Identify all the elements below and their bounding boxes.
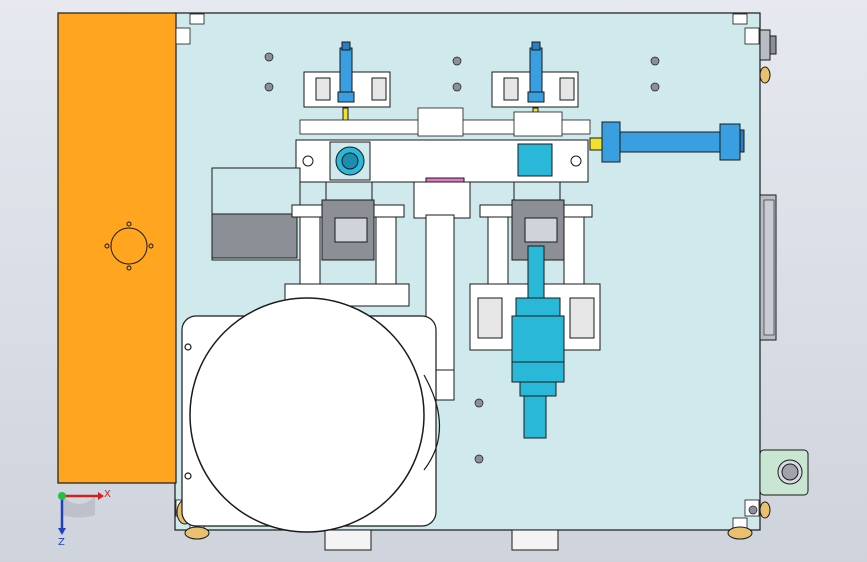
- rotary-table[interactable]: [181, 297, 440, 533]
- axis-x-label: X: [104, 489, 111, 500]
- axis-triad-icon: X Z: [58, 489, 111, 548]
- orange-side-panel[interactable]: [57, 12, 177, 484]
- axis-z-label: Z: [58, 537, 65, 548]
- gray-motor-block[interactable]: [211, 167, 301, 261]
- right-edge-parts[interactable]: [759, 29, 809, 519]
- cad-viewport[interactable]: X Z: [0, 0, 867, 562]
- cylinder-icon: [527, 245, 545, 299]
